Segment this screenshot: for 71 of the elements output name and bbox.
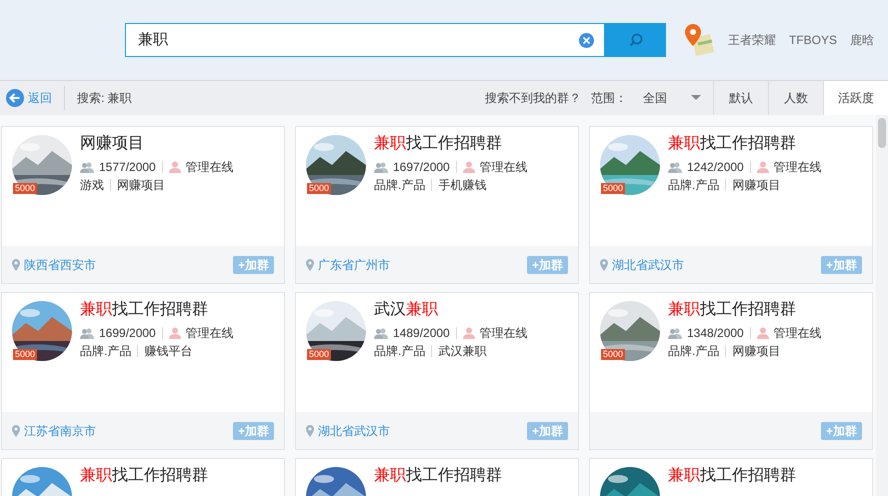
person-icon [756, 327, 769, 339]
range-dropdown[interactable]: 全国 [643, 89, 705, 107]
scrollbar[interactable] [876, 115, 888, 496]
member-count: 1348/2000 [687, 325, 744, 341]
people-icon [374, 328, 388, 338]
search-field[interactable]: 兼职 [125, 23, 605, 57]
person-icon [462, 161, 475, 173]
group-tag: 品牌.产品 [668, 177, 720, 193]
group-tag: 手机赚钱 [438, 177, 486, 193]
pin-icon [306, 258, 314, 270]
level-badge: 5000 [307, 349, 332, 360]
group-title[interactable]: 网赚项目 [80, 135, 234, 153]
group-tag: 网赚项目 [732, 177, 780, 193]
search-button[interactable] [605, 23, 666, 57]
group-title[interactable]: 武汉兼职 [374, 301, 528, 319]
admin-status: 管理在线 [480, 325, 528, 341]
people-icon [668, 328, 682, 338]
group-tag: 游戏 [80, 177, 104, 193]
member-count: 1577/2000 [99, 159, 156, 175]
level-badge: 5000 [601, 183, 626, 194]
level-badge: 5000 [13, 349, 38, 360]
pin-icon [600, 258, 608, 270]
member-count: 1697/2000 [393, 159, 450, 175]
group-tag: 品牌.产品 [80, 343, 132, 359]
search-query: 搜索: 兼职 [77, 90, 132, 107]
search-icon [628, 33, 642, 47]
range-label: 范围： [591, 90, 627, 107]
admin-status: 管理在线 [186, 159, 234, 175]
dropdown-caret-icon [691, 95, 701, 101]
level-badge: 5000 [601, 349, 626, 360]
group-tag: 网赚项目 [732, 343, 780, 359]
member-count: 1242/2000 [687, 159, 744, 175]
group-tag: 武汉兼职 [438, 343, 486, 359]
people-icon [80, 162, 94, 172]
level-badge: 5000 [307, 183, 332, 194]
person-icon [168, 327, 181, 339]
people-icon [668, 162, 682, 172]
group-tag: 品牌.产品 [374, 343, 426, 359]
group-title[interactable]: 兼职找工作招聘群 [80, 467, 208, 485]
person-icon [462, 327, 475, 339]
group-title[interactable]: 兼职找工作招聘群 [80, 301, 234, 319]
people-icon [80, 328, 94, 338]
map-pin-icon[interactable] [684, 24, 714, 56]
group-title[interactable]: 兼职找工作招聘群 [374, 135, 528, 153]
group-title[interactable]: 兼职找工作招聘群 [374, 467, 502, 485]
people-icon [374, 162, 388, 172]
group-title[interactable]: 兼职找工作招聘群 [668, 467, 796, 485]
member-count: 1489/2000 [393, 325, 450, 341]
group-title[interactable]: 兼职找工作招聘群 [668, 301, 822, 319]
group-tag: 品牌.产品 [668, 343, 720, 359]
hot-search-link[interactable]: 鹿晗 [850, 31, 874, 49]
pin-icon [12, 258, 20, 270]
person-icon [168, 161, 181, 173]
hot-search-link[interactable]: TFBOYS [789, 31, 838, 49]
hot-search-link[interactable]: 王者荣耀 [728, 31, 776, 49]
group-tag: 网赚项目 [117, 177, 165, 193]
pin-icon [12, 424, 20, 436]
clear-icon[interactable] [579, 32, 594, 48]
person-icon [756, 161, 769, 173]
group-title[interactable]: 兼职找工作招聘群 [668, 135, 822, 153]
sort-tab[interactable]: 活跃度 [823, 81, 888, 115]
admin-status: 管理在线 [186, 325, 234, 341]
admin-status: 管理在线 [774, 159, 822, 175]
group-tag: 品牌.产品 [374, 177, 426, 193]
member-count: 1699/2000 [99, 325, 156, 341]
admin-status: 管理在线 [480, 159, 528, 175]
admin-status: 管理在线 [774, 325, 822, 341]
group-tag: 赚钱平台 [144, 343, 192, 359]
not-found-link[interactable]: 搜索不到我的群？ [485, 89, 581, 107]
pin-icon [306, 424, 314, 436]
level-badge: 5000 [13, 183, 38, 194]
